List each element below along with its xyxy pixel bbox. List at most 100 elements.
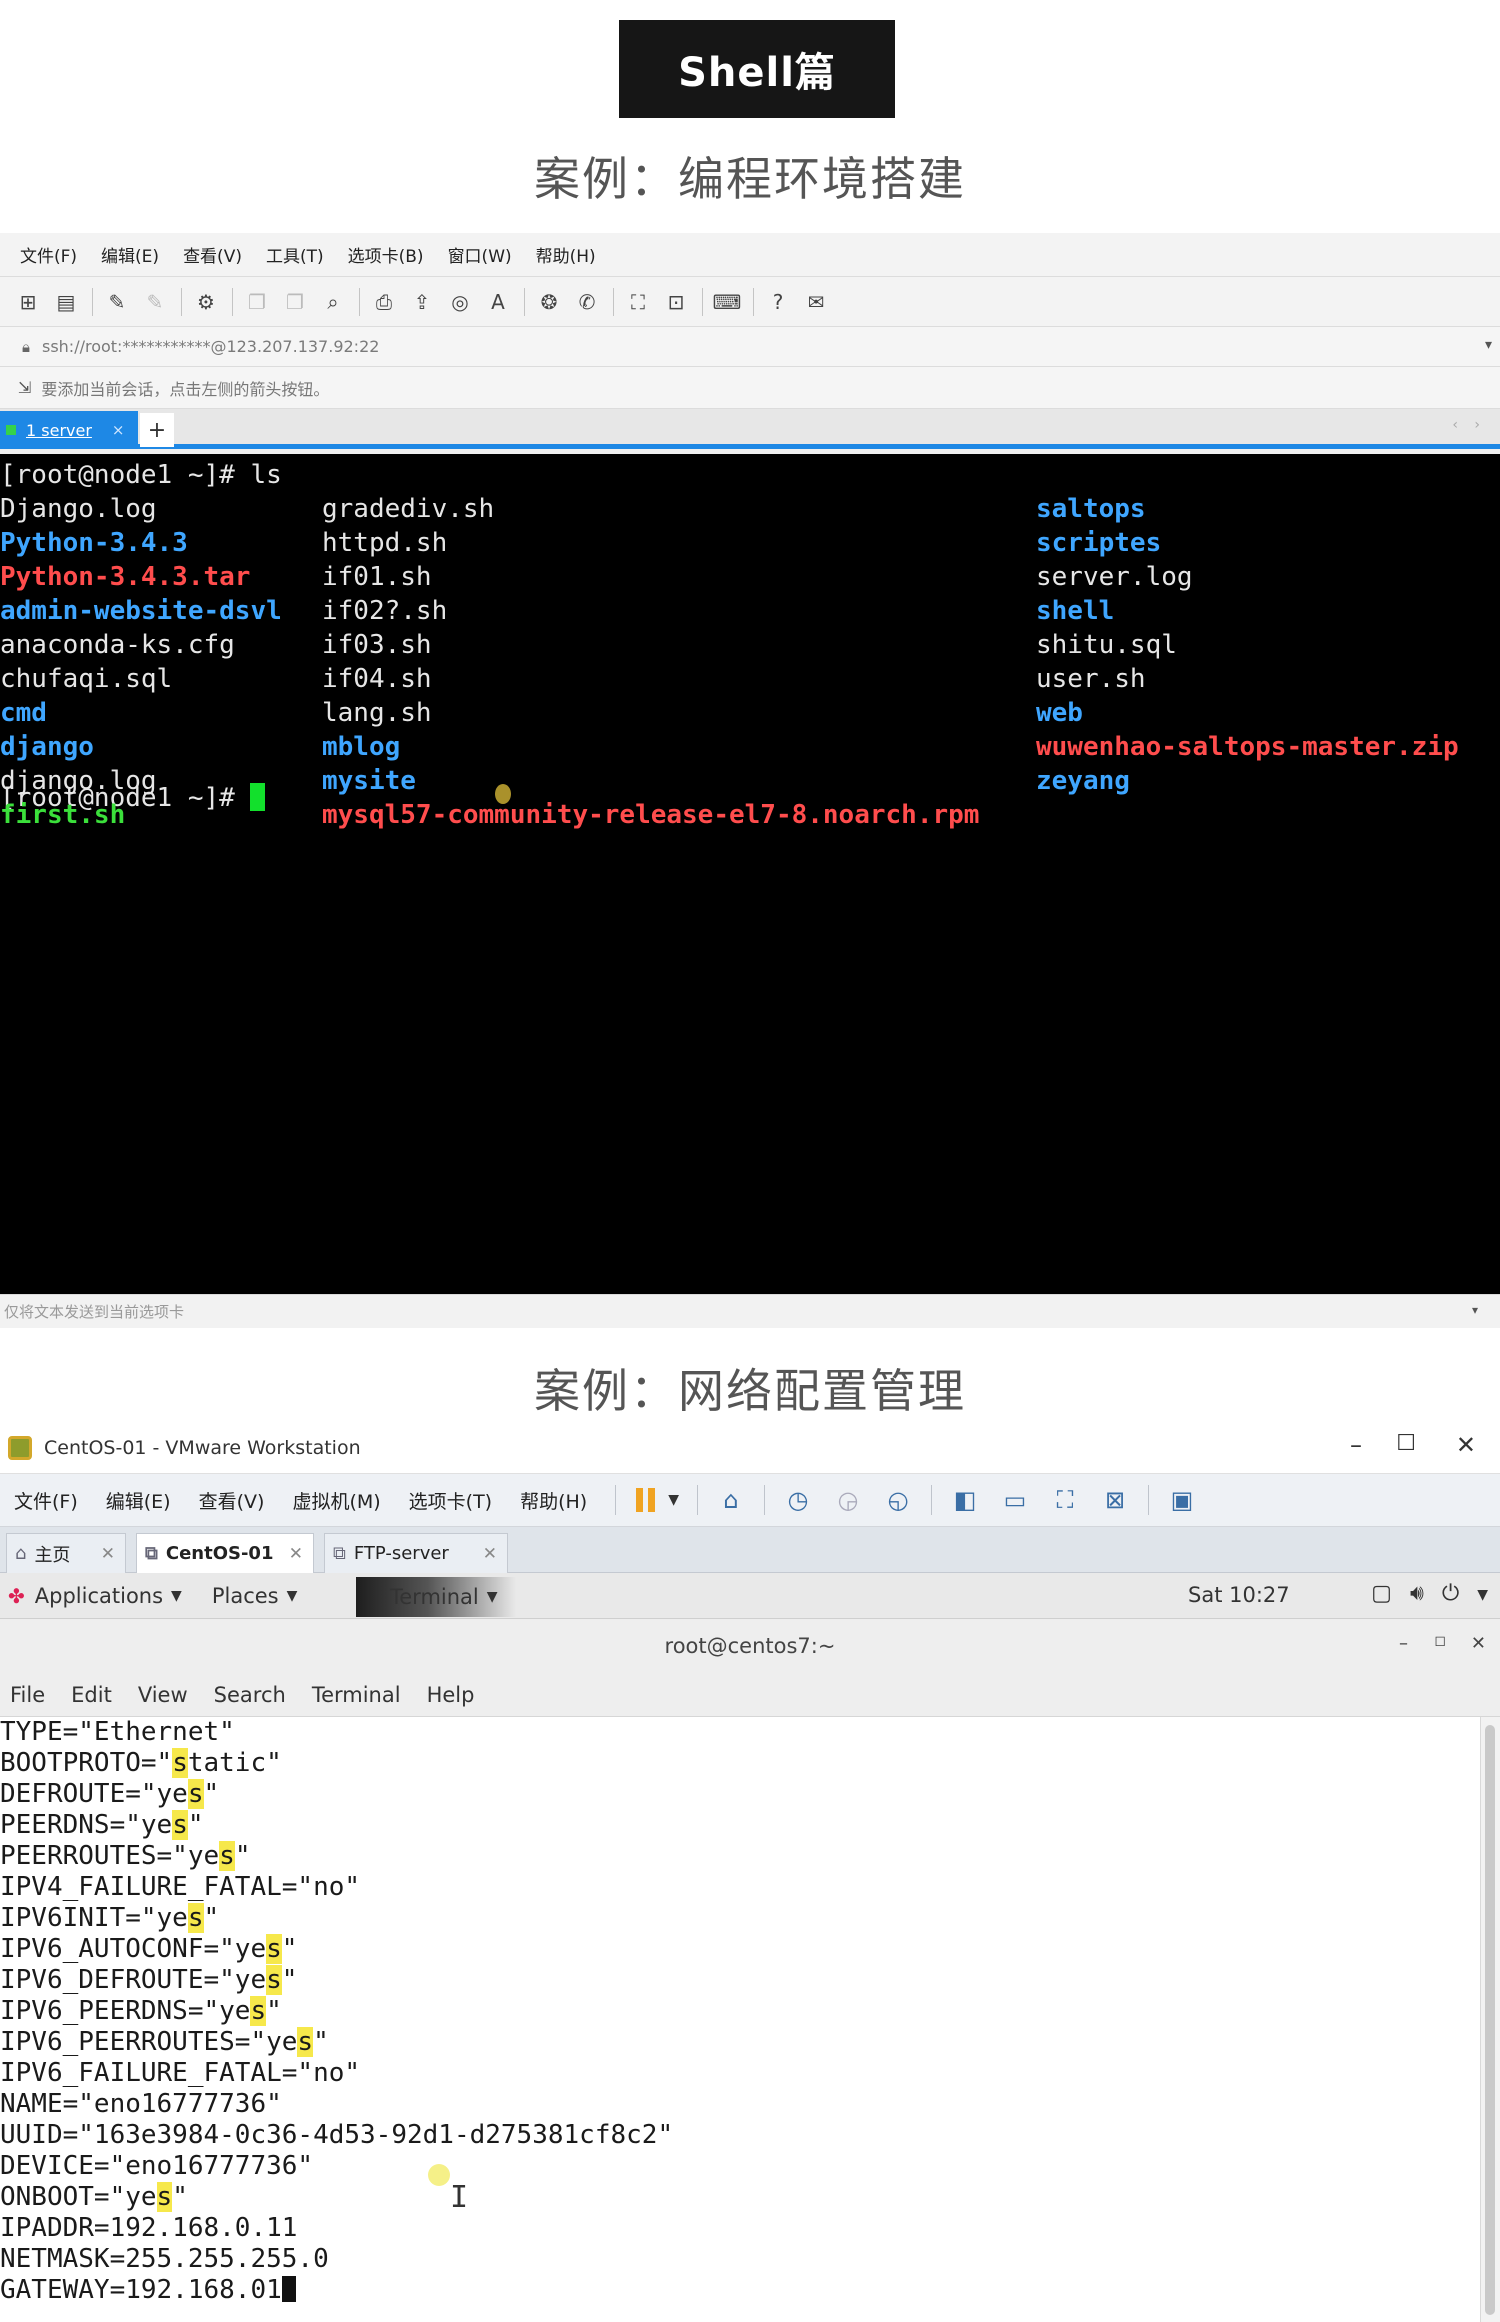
search-icon[interactable]: ⌕ xyxy=(319,288,347,316)
new-session-icon[interactable]: ⊞ xyxy=(14,288,42,316)
vm-menu-item-5[interactable]: 帮助(H) xyxy=(520,1487,587,1514)
chevron-down-icon[interactable]: ▾ xyxy=(1485,337,1492,353)
menu-item-0[interactable]: 文件(F) xyxy=(20,242,77,267)
applications-menu[interactable]: ✤ Applications ▼ xyxy=(8,1584,182,1608)
config-text: NETMASK=255.255.255.0 xyxy=(0,2244,329,2274)
keyboard-icon[interactable]: ⌨ xyxy=(713,288,742,316)
chevron-down-icon[interactable]: ▼ xyxy=(668,1492,679,1508)
config-text: " xyxy=(203,1903,220,1933)
menu-item-1[interactable]: 编辑(E) xyxy=(101,242,159,267)
pause-button[interactable]: ▼ xyxy=(636,1488,679,1512)
search-highlight: s xyxy=(250,1996,267,2026)
terminal-menu-item-2[interactable]: View xyxy=(138,1683,188,1707)
xshell-status-bar[interactable]: 仅将文本发送到当前选项卡 ▾ xyxy=(0,1294,1500,1328)
terminal-menu-item-4[interactable]: Terminal xyxy=(312,1683,401,1707)
terminal-menubar: File Edit View Search Terminal Help xyxy=(0,1673,1500,1717)
add-tab-button[interactable]: + xyxy=(140,413,174,447)
toolbar-separator xyxy=(524,287,525,316)
config-text: " xyxy=(281,1934,298,1964)
paste-icon[interactable]: ❐ xyxy=(281,288,309,316)
help-icon[interactable]: ? xyxy=(764,288,792,316)
reconnect-icon[interactable]: ✎ xyxy=(103,288,131,316)
maximize-icon[interactable]: ☐ xyxy=(1396,1431,1416,1456)
library-view-icon[interactable]: ◧ xyxy=(948,1483,982,1517)
tab-home[interactable]: ⌂ 主页 ✕ xyxy=(6,1533,126,1573)
terminal-menu-item-0[interactable]: File xyxy=(10,1683,45,1707)
menu-item-4[interactable]: 选项卡(B) xyxy=(348,242,424,267)
font-icon[interactable]: A xyxy=(484,288,512,316)
tab-server[interactable]: 1 server × xyxy=(0,411,138,449)
menu-item-6[interactable]: 帮助(H) xyxy=(536,242,596,267)
terminal-app-menu[interactable]: Terminal ▼ xyxy=(356,1577,516,1617)
snapshot-manager-icon[interactable]: ◵ xyxy=(881,1483,915,1517)
vm-menu-item-0[interactable]: 文件(F) xyxy=(14,1487,78,1514)
config-text: DEVICE="eno16777736" xyxy=(0,2151,314,2181)
config-text: DEFROUTE="ye xyxy=(0,1779,188,1809)
chevron-down-icon[interactable]: ▾ xyxy=(1472,1303,1478,1317)
minimize-icon[interactable]: – xyxy=(1399,1633,1408,1654)
terminal-cursor xyxy=(281,2276,296,2302)
copy-icon[interactable]: ❐ xyxy=(243,288,271,316)
xshell-script-icon[interactable]: ✆ xyxy=(573,288,601,316)
window-icon[interactable]: ▢ xyxy=(1371,1581,1392,1606)
xshell-window: 文件(F) 编辑(E) 查看(V) 工具(T) 选项卡(B) 窗口(W) 帮助(H) ⊞ ▤… xyxy=(0,233,1500,1328)
terminal-menu-item-1[interactable]: Edit xyxy=(71,1683,112,1707)
unity-icon[interactable]: ⊠ xyxy=(1098,1483,1132,1517)
disconnect-icon[interactable]: ✎ xyxy=(141,288,169,316)
transfer-icon[interactable]: ⇪ xyxy=(408,288,436,316)
vm-menu-item-3[interactable]: 虚拟机(M) xyxy=(292,1487,380,1514)
config-text: IPV6_PEERROUTES="ye xyxy=(0,2027,298,2057)
chevron-down-icon: ▼ xyxy=(486,1589,498,1605)
address-text: ssh://root:***********@123.207.137.92:22 xyxy=(41,337,380,356)
close-icon[interactable]: ✕ xyxy=(1456,1431,1476,1459)
scrollbar-thumb[interactable] xyxy=(1485,1725,1495,2315)
close-icon[interactable]: ✕ xyxy=(483,1544,497,1564)
console-view-icon[interactable]: ▭ xyxy=(998,1483,1032,1517)
terminal-scrollbar[interactable] xyxy=(1480,1717,1500,2322)
close-icon[interactable]: ✕ xyxy=(1471,1633,1486,1654)
xshell-terminal[interactable]: [root@node1 ~]# ls [root@node1 ~]# Djang… xyxy=(0,454,1500,1294)
close-icon[interactable]: ✕ xyxy=(289,1544,303,1564)
ls-entry: mblog xyxy=(322,732,401,762)
places-menu[interactable]: Places ▼ xyxy=(212,1584,298,1608)
close-icon[interactable]: × xyxy=(112,421,125,439)
tab-scroll-arrows-icon[interactable]: ‹ › xyxy=(1452,417,1486,433)
chat-icon[interactable]: ✉ xyxy=(802,288,830,316)
menu-item-2[interactable]: 查看(V) xyxy=(183,242,242,267)
clock[interactable]: Sat 10:27 xyxy=(1188,1583,1290,1607)
menu-item-5[interactable]: 窗口(W) xyxy=(448,242,512,267)
volume-icon[interactable]: 🔊︎ xyxy=(1410,1581,1424,1606)
close-icon[interactable]: ✕ xyxy=(101,1544,115,1564)
vm-menu-item-1[interactable]: 编辑(E) xyxy=(106,1487,171,1514)
tab-centos-01[interactable]: ⧉ CentOS-01 ✕ xyxy=(136,1533,314,1573)
toolbar-separator xyxy=(1148,1485,1149,1515)
xftp-icon[interactable]: ❂ xyxy=(535,288,563,316)
send-ctrl-alt-del-icon[interactable]: ⌂ xyxy=(714,1483,748,1517)
properties-icon[interactable]: ⚙ xyxy=(192,288,220,316)
fullscreen-icon[interactable]: ⛶ xyxy=(624,288,652,316)
config-line: IPV6_PEERDNS="yes" xyxy=(0,1996,282,2027)
power-icon[interactable]: ⏻ xyxy=(1442,1581,1459,1606)
address-bar[interactable]: 🔒︎ ssh://root:***********@123.207.137.92… xyxy=(0,327,1500,367)
config-text: BOOTPROTO=" xyxy=(0,1748,173,1778)
view-settings-icon[interactable]: ▣ xyxy=(1165,1483,1199,1517)
vm-terminal-content[interactable]: TYPE="Ethernet" BOOTPROTO="static" DEFROUT… xyxy=(0,1717,1480,2322)
tab-ftp-server[interactable]: ⧉ FTP-server ✕ xyxy=(324,1533,508,1573)
window-title: CentOS-01 - VMware Workstation xyxy=(44,1437,361,1459)
maximize-icon[interactable]: ◻ xyxy=(1434,1633,1446,1649)
menu-item-3[interactable]: 工具(T) xyxy=(266,242,324,267)
print-icon[interactable]: ⎙ xyxy=(370,288,398,316)
lock-icon[interactable]: ⊡ xyxy=(662,288,690,316)
terminal-menu-item-5[interactable]: Help xyxy=(427,1683,475,1707)
globe-icon[interactable]: ◎ xyxy=(446,288,474,316)
snapshot-icon[interactable]: ◷ xyxy=(781,1483,815,1517)
minimize-icon[interactable]: – xyxy=(1350,1431,1362,1459)
revert-snapshot-icon[interactable]: ◶ xyxy=(831,1483,865,1517)
chevron-down-icon[interactable]: ▼ xyxy=(1477,1587,1488,1606)
vm-menu-item-4[interactable]: 选项卡(T) xyxy=(409,1487,492,1514)
terminal-menu-item-3[interactable]: Search xyxy=(214,1683,286,1707)
arrow-add-session-icon[interactable]: ⇲ xyxy=(18,378,31,397)
fullscreen-icon[interactable]: ⛶ xyxy=(1048,1483,1082,1517)
vm-menu-item-2[interactable]: 查看(V) xyxy=(199,1487,265,1514)
open-folder-icon[interactable]: ▤ xyxy=(52,288,80,316)
